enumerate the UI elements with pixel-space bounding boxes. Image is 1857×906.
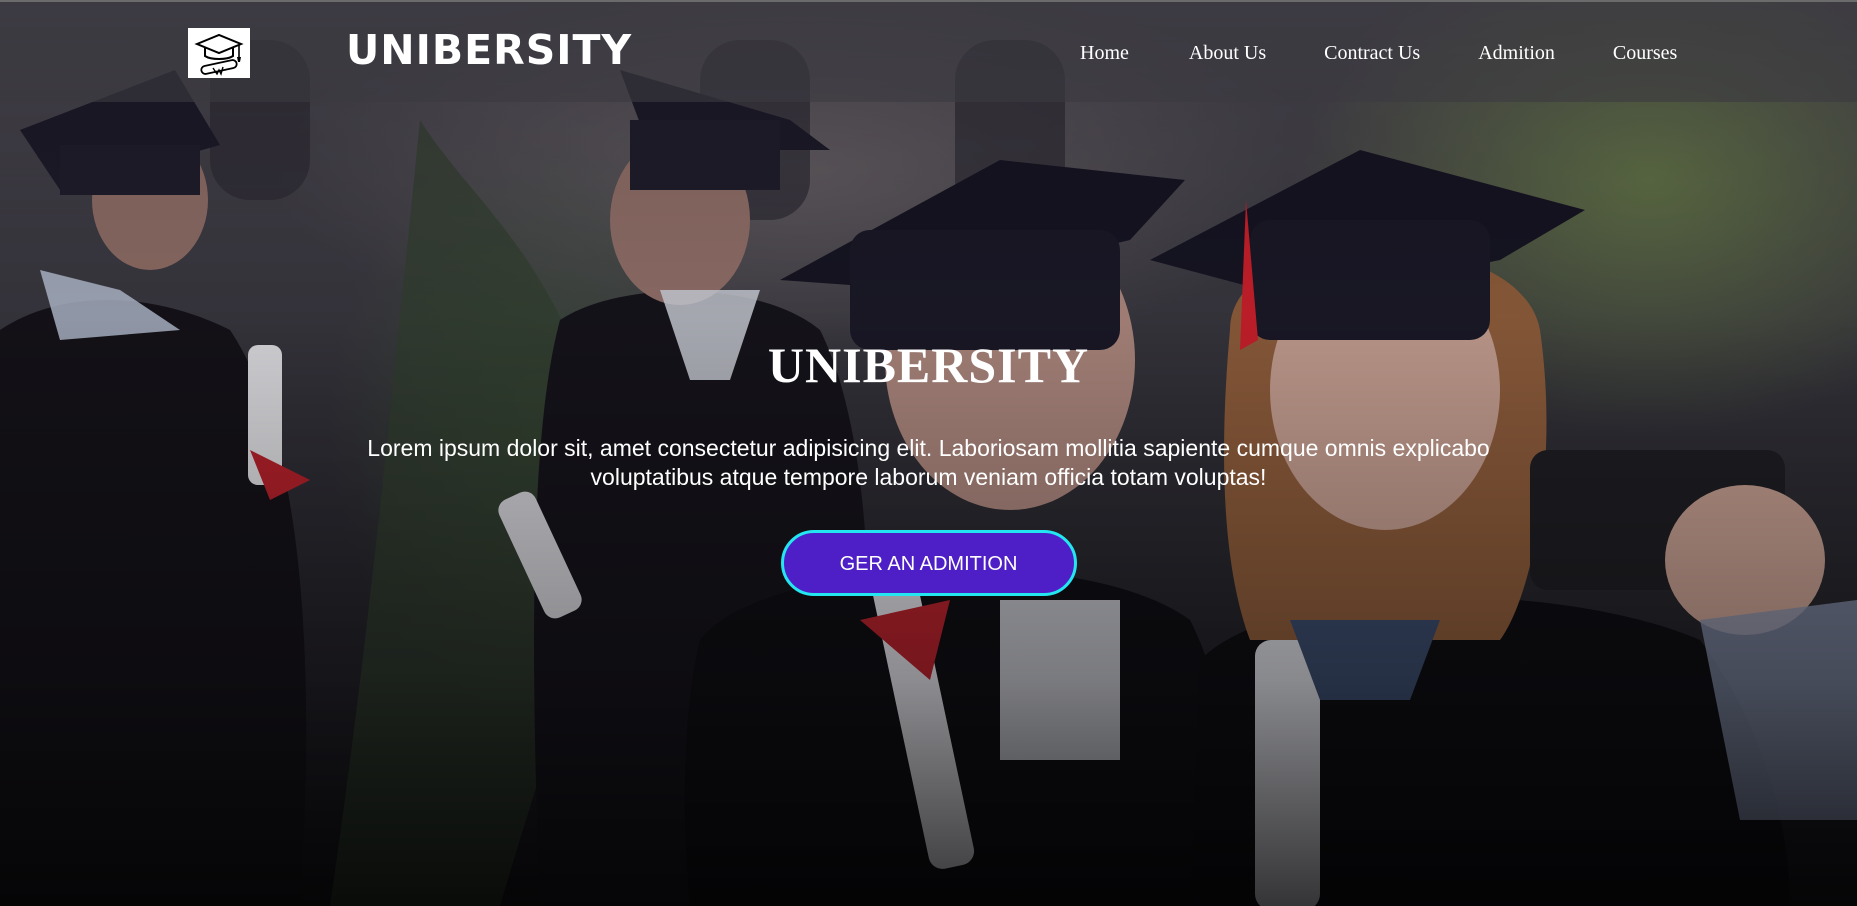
nav-link-admition[interactable]: Admition — [1478, 42, 1555, 65]
brand-name[interactable]: UNIBERSITY — [346, 26, 632, 74]
logo[interactable] — [188, 28, 250, 78]
get-admition-button[interactable]: GER AN ADMITION — [780, 530, 1077, 596]
hero-content: UNIBERSITY Lorem ipsum dolor sit, amet c… — [0, 336, 1857, 596]
nav-link-about-us[interactable]: About Us — [1189, 42, 1266, 65]
hero-title: UNIBERSITY — [767, 337, 1090, 393]
main-nav: Home About Us Contract Us Admition Cours… — [1080, 42, 1677, 65]
nav-link-courses[interactable]: Courses — [1613, 42, 1677, 65]
nav-link-home[interactable]: Home — [1080, 42, 1129, 65]
hero-description: Lorem ipsum dolor sit, amet consectetur … — [367, 435, 1490, 490]
nav-link-contract-us[interactable]: Contract Us — [1324, 42, 1420, 65]
navbar: UNIBERSITY Home About Us Contract Us Adm… — [0, 0, 1857, 102]
hero-section: UNIBERSITY Home About Us Contract Us Adm… — [0, 0, 1857, 906]
graduation-cap-diploma-icon — [194, 33, 244, 76]
